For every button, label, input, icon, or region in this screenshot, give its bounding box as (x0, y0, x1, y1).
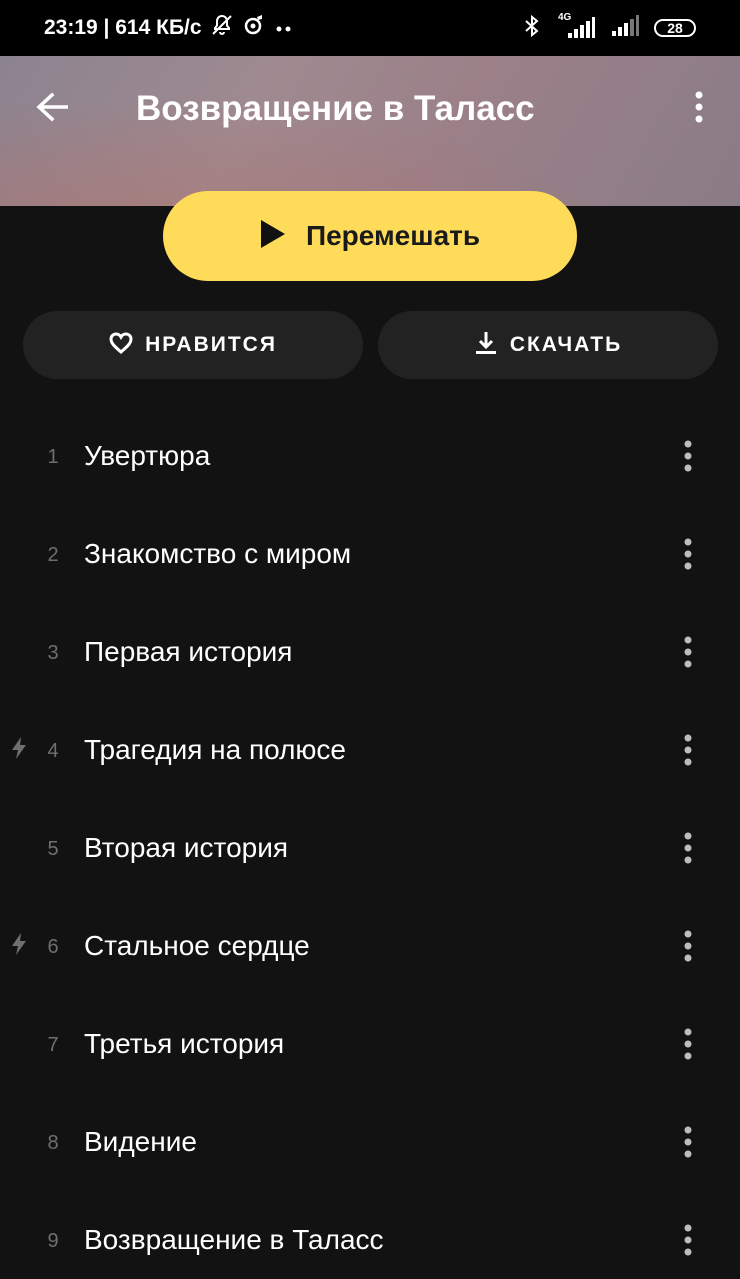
track-more-button[interactable] (676, 830, 700, 866)
track-title: Первая история (84, 636, 293, 667)
track-title: Стальное сердце (84, 930, 310, 961)
track-title: Увертюра (84, 440, 211, 471)
track-number: 6 (47, 936, 59, 958)
track-more-button[interactable] (676, 732, 700, 768)
header: Возвращение в Таласс (0, 56, 740, 206)
music-app-icon (242, 13, 266, 43)
track-row-4[interactable]: 4 Трагедия на полюсе (0, 704, 740, 802)
track-number: 1 (47, 446, 59, 468)
status-left: 23:19 | 614 КБ/с (44, 13, 294, 43)
more-vertical-icon (684, 1126, 692, 1158)
track-title: Вторая история (84, 832, 289, 863)
track-row-9[interactable]: 9 Возвращение в Таласс (0, 1194, 740, 1279)
status-bar: 23:19 | 614 КБ/с 4G 28 (0, 0, 740, 56)
track-more-button[interactable] (676, 438, 700, 474)
more-vertical-icon (684, 1224, 692, 1256)
page-title: Возвращение в Таласс (136, 89, 535, 128)
shuffle-button[interactable]: Перемешать (163, 191, 577, 281)
track-more-button[interactable] (676, 1222, 700, 1258)
signal-4g-icon: 4G (556, 12, 596, 40)
track-number: 8 (47, 1132, 59, 1154)
track-title: Знакомство с миром (84, 538, 352, 569)
more-vertical-icon (694, 91, 704, 128)
screen: 23:19 | 614 КБ/с 4G 28 Возвращение в Тал… (0, 0, 740, 1279)
track-title: Видение (84, 1126, 197, 1157)
track-more-button[interactable] (676, 536, 700, 572)
more-vertical-icon (684, 832, 692, 864)
like-label: НРАВИТСЯ (145, 333, 277, 356)
track-more-button[interactable] (676, 1026, 700, 1062)
track-more-button[interactable] (676, 928, 700, 964)
bolt-icon (10, 736, 28, 760)
more-vertical-icon (684, 930, 692, 962)
track-number: 4 (47, 740, 59, 762)
arrow-left-icon (36, 92, 70, 127)
track-row-6[interactable]: 6 Стальное сердце (0, 900, 740, 998)
download-label: СКАЧАТЬ (509, 333, 623, 356)
back-button[interactable] (30, 86, 76, 132)
play-icon (260, 219, 286, 254)
like-button[interactable]: НРАВИТСЯ (23, 311, 363, 379)
track-title: Третья история (84, 1028, 285, 1059)
more-vertical-icon (684, 636, 692, 668)
track-number: 2 (47, 544, 59, 566)
bell-off-icon (210, 13, 234, 43)
track-row-3[interactable]: 3 Первая история (0, 606, 740, 704)
track-more-button[interactable] (676, 1124, 700, 1160)
track-list: 1 Увертюра 2 Знакомство с миром 3 Первая… (0, 410, 740, 1279)
track-title: Возвращение в Таласс (84, 1224, 384, 1255)
more-vertical-icon (684, 734, 692, 766)
bluetooth-icon (522, 14, 542, 43)
more-vertical-icon (684, 538, 692, 570)
heart-icon (109, 331, 133, 359)
download-button[interactable]: СКАЧАТЬ (378, 311, 718, 379)
more-options-button[interactable] (684, 86, 714, 132)
signal-icon (610, 14, 640, 43)
shuffle-label: Перемешать (305, 220, 481, 251)
track-number: 5 (47, 838, 59, 860)
status-time-speed: 23:19 | 614 КБ/с (44, 16, 202, 39)
track-row-8[interactable]: 8 Видение (0, 1096, 740, 1194)
bolt-icon (10, 932, 28, 956)
track-title: Трагедия на полюсе (84, 734, 346, 765)
dots-icon (274, 16, 294, 40)
track-number: 7 (47, 1034, 59, 1056)
track-number: 9 (47, 1230, 59, 1252)
track-row-1[interactable]: 1 Увертюра (0, 410, 740, 508)
more-vertical-icon (684, 1028, 692, 1060)
track-row-2[interactable]: 2 Знакомство с миром (0, 508, 740, 606)
battery-indicator: 28 (654, 19, 696, 37)
status-right: 4G 28 (522, 12, 696, 43)
track-number: 3 (47, 642, 59, 664)
track-row-5[interactable]: 5 Вторая история (0, 802, 740, 900)
more-vertical-icon (684, 440, 692, 472)
track-more-button[interactable] (676, 634, 700, 670)
track-row-7[interactable]: 7 Третья история (0, 998, 740, 1096)
download-icon (474, 330, 498, 361)
